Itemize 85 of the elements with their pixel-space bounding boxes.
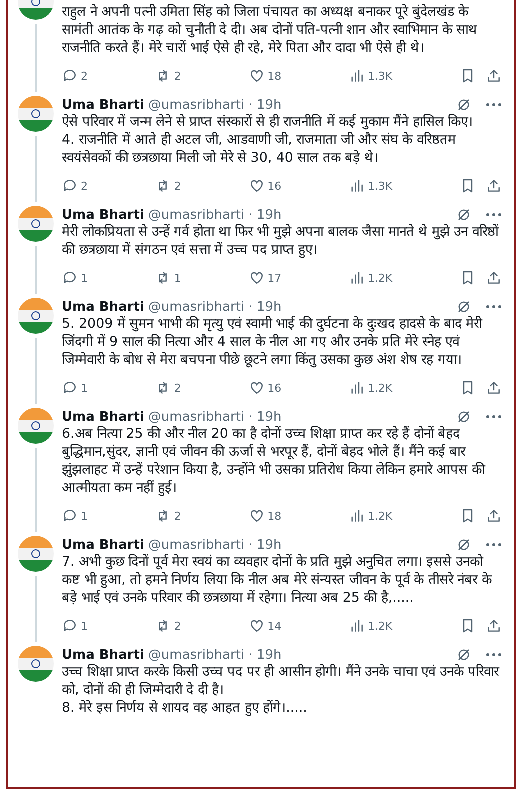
speech-bubble-icon[interactable] xyxy=(62,68,78,84)
speech-bubble-icon[interactable] xyxy=(62,380,78,396)
heart-icon[interactable] xyxy=(248,68,265,84)
speech-bubble-icon[interactable] xyxy=(62,618,78,634)
share-icon[interactable] xyxy=(486,68,502,84)
repost-button[interactable]: 2 xyxy=(155,508,182,524)
like-button[interactable]: 16 xyxy=(248,178,282,194)
like-button[interactable]: 14 xyxy=(248,618,282,634)
slashed-circle-icon[interactable] xyxy=(456,299,472,315)
more-icon[interactable] xyxy=(486,305,502,309)
heart-icon[interactable] xyxy=(248,178,265,194)
flag-avatar[interactable] xyxy=(18,298,54,334)
repost-button[interactable]: 2 xyxy=(155,68,182,84)
flag-avatar[interactable] xyxy=(18,408,54,444)
handle-and-time: @umasribharti · 19h xyxy=(148,538,283,552)
reply-button[interactable]: 1 xyxy=(62,508,88,524)
flag-avatar[interactable] xyxy=(18,646,54,682)
share-icon[interactable] xyxy=(486,508,502,524)
share-icon[interactable] xyxy=(486,178,502,194)
slashed-circle-icon[interactable] xyxy=(456,647,472,663)
views-button[interactable]: 1.2K xyxy=(348,270,393,286)
post-text: 7. अभी कुछ दिनों पूर्व मेरा स्वयं का व्यवहार दोनों के प्रति मुझे अनुचित लगा। इससे उनको कष्ट भी हुआ, तो हमने निर्णय लिया कि नील अब मेरे संन्यस्त जीवन के पूर्व के तीसरे नंबर के बड़े भाई एवं उनके परिवार की छत्रछाया में रहेगा। नित्या अब 25 की है,..... xyxy=(62,554,494,608)
author-name[interactable]: Uma Bharti xyxy=(62,208,144,222)
slashed-circle-icon[interactable] xyxy=(456,207,472,223)
slashed-circle-icon[interactable] xyxy=(456,537,472,553)
handle-and-time: @umasribharti · 19h xyxy=(148,98,283,112)
bar-chart-icon[interactable] xyxy=(348,178,365,194)
slashed-circle-icon[interactable] xyxy=(456,97,472,113)
heart-icon[interactable] xyxy=(248,618,265,634)
repost-button[interactable]: 2 xyxy=(155,178,182,194)
handle-and-time: @umasribharti · 19h xyxy=(148,300,283,314)
handle-and-time: @umasribharti · 19h xyxy=(148,410,283,424)
author-name[interactable]: Uma Bharti xyxy=(62,648,144,662)
share-icon[interactable] xyxy=(486,618,502,634)
post-text: ऐसे परिवार में जन्म लेने से प्राप्त संस्कारों से ही राजनीति में कई मुकाम मैंने हासिल किए। 4. राजनीति में आते ही अटल जी, आडवाणी जी, राजमाता जी और संघ के वरिष्ठतम स्वयंसेवकों की छत्रछाया मिली जो मेरे से 30, 40 साल तक बड़े थे। xyxy=(62,114,474,168)
author-name[interactable]: Uma Bharti xyxy=(62,410,144,424)
author-name[interactable]: Uma Bharti xyxy=(62,98,144,112)
flag-avatar[interactable] xyxy=(18,536,54,572)
repost-button[interactable]: 2 xyxy=(155,618,182,634)
bar-chart-icon[interactable] xyxy=(348,270,365,286)
reply-button[interactable]: 1 xyxy=(62,380,88,396)
post-text: 5. 2009 में सुमन भाभी की मृत्यु एवं स्वामी भाई की दुर्घटना के दुःखद हादसे के बाद मेरी जिंदगी में 9 साल की नित्या और 4 साल के नील आ गए और उनके प्रति मेरे स्नेह एवं जिम्मेवारी के बोध से मेरा बचपना पीछे छूटने लगा किंतु उसका कुछ अंश शेष रह गया। xyxy=(62,316,484,370)
repost-button[interactable]: 2 xyxy=(155,380,182,396)
more-icon[interactable] xyxy=(486,543,502,547)
post-text: उच्च शिक्षा प्राप्त करके किसी उच्च पद पर ही आसीन होगी। मैंने उनके चाचा एवं उनके परिवार को, दोनों की ही जिम्मेदारी दे दी है। 8. मेरे इस निर्णय से शायद वह आहत हुए होंगे।..... xyxy=(62,664,501,718)
more-icon[interactable] xyxy=(486,653,502,657)
views-button[interactable]: 1.2K xyxy=(348,618,393,634)
views-button[interactable]: 1.2K xyxy=(348,508,393,524)
like-button[interactable]: 18 xyxy=(248,508,282,524)
author-name[interactable]: Uma Bharti xyxy=(62,538,144,552)
share-icon[interactable] xyxy=(486,380,502,396)
bar-chart-icon[interactable] xyxy=(348,68,365,84)
post-text: मेरी लोकप्रियता से उन्हें गर्व होता था फिर भी मुझे अपना बालक जैसा मानते थे मुझे उन वरिष्ठों की छत्रछाया में संगठन एवं सत्ता में उच्च पद प्राप्त हुए। xyxy=(62,224,500,260)
more-icon[interactable] xyxy=(486,103,502,107)
bar-chart-icon[interactable] xyxy=(348,380,365,396)
handle-and-time: @umasribharti · 19h xyxy=(148,648,283,662)
post-text: 6.अब नित्या 25 की और नील 20 का है दोनों उच्च शिक्षा प्राप्त कर रहे हैं दोनों बेहद बुद्धिमान,सुंदर, ज्ञानी एवं जीवन की ऊर्जा से भरपूर हैं, दोनों बेहद भोले हैं। मैंने कई बार झुंझलाहट में उन्हें परेशान किया है, उन्होंने भी उसका प्रतिरोध किया लेकिन हमारे आपस की आत्मीयता कम नहीं हुई। xyxy=(62,426,487,498)
author-name[interactable]: Uma Bharti xyxy=(62,300,144,314)
more-icon[interactable] xyxy=(486,415,502,419)
views-button[interactable]: 1.2K xyxy=(348,380,393,396)
reply-button[interactable]: 1 xyxy=(62,270,88,286)
bar-chart-icon[interactable] xyxy=(348,508,365,524)
like-button[interactable]: 18 xyxy=(248,68,282,84)
views-button[interactable]: 1.3K xyxy=(348,178,393,194)
speech-bubble-icon[interactable] xyxy=(62,178,78,194)
reply-button[interactable]: 2 xyxy=(62,68,88,84)
post-text: राहुल ने अपनी पत्नी उमिता सिंह को जिला पंचायत का अध्यक्ष बनाकर पूरे बुंदेलखंड के सामंती आतंक के गढ़ को चुनौती दे दी। अब दोनों पति-पत्नी शान और स्वाभिमान के साथ राजनीति करते हैं। मेरे चारों भाई ऐसे ही रहे, मेरे पिता और दादा भी ऐसे ही थे। xyxy=(62,4,479,58)
reply-button[interactable]: 1 xyxy=(62,618,88,634)
handle-and-time: @umasribharti · 19h xyxy=(148,208,283,222)
flag-avatar[interactable] xyxy=(18,96,54,132)
more-icon[interactable] xyxy=(486,213,502,217)
reply-button[interactable]: 2 xyxy=(62,178,88,194)
speech-bubble-icon[interactable] xyxy=(62,270,78,286)
speech-bubble-icon[interactable] xyxy=(62,508,78,524)
flag-avatar[interactable] xyxy=(18,206,54,242)
heart-icon[interactable] xyxy=(248,380,265,396)
slashed-circle-icon[interactable] xyxy=(456,409,472,425)
repost-button[interactable]: 1 xyxy=(155,270,182,286)
heart-icon[interactable] xyxy=(248,270,265,286)
like-button[interactable]: 17 xyxy=(248,270,282,286)
like-button[interactable]: 16 xyxy=(248,380,282,396)
views-button[interactable]: 1.3K xyxy=(348,68,393,84)
bar-chart-icon[interactable] xyxy=(348,618,365,634)
share-icon[interactable] xyxy=(486,270,502,286)
heart-icon[interactable] xyxy=(248,508,265,524)
